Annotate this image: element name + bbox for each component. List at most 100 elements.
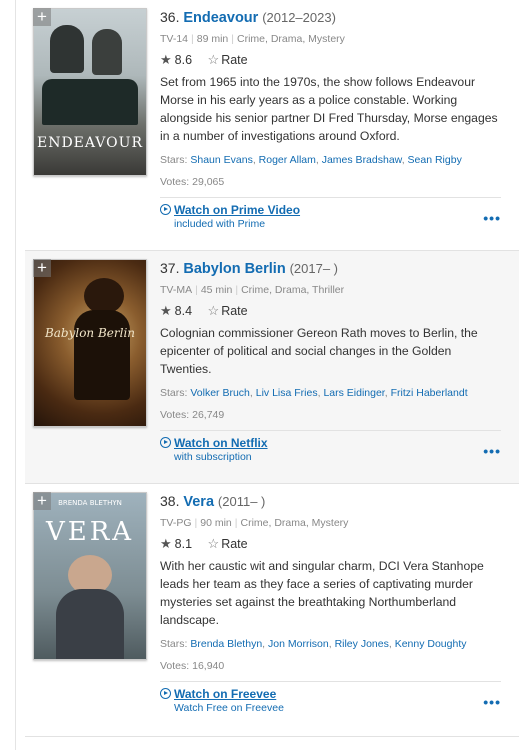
rating-row: ★ 8.6 ☆ Rate bbox=[160, 52, 501, 68]
star-link[interactable]: Jon Morrison bbox=[268, 638, 329, 650]
meta-line: TV-14 | 89 min | Crime, Drama, Mystery bbox=[160, 33, 345, 45]
title-line: 37. Babylon Berlin (2017– ) bbox=[160, 259, 501, 278]
add-to-watchlist-button[interactable]: + bbox=[33, 8, 51, 26]
poster-title: ENDEAVOUR bbox=[36, 135, 143, 151]
watch-link[interactable]: Watch on Freevee bbox=[174, 687, 501, 701]
star-link[interactable]: Riley Jones bbox=[335, 638, 389, 650]
poster-car bbox=[42, 79, 138, 125]
star-icon: ★ bbox=[160, 536, 172, 551]
watch-link[interactable]: Watch on Prime Video bbox=[174, 203, 501, 217]
rate-label: Rate bbox=[221, 304, 248, 318]
star-outline-icon: ☆ bbox=[207, 52, 220, 67]
poster-figure bbox=[50, 25, 84, 73]
stars-label: Stars: bbox=[160, 638, 188, 650]
play-icon bbox=[160, 688, 171, 699]
more-options-icon[interactable]: ••• bbox=[483, 443, 501, 459]
poster-figure bbox=[92, 29, 122, 75]
title-list: ENDEAVOUR + 36. Endeavour (2012–2023) TV… bbox=[25, 0, 519, 737]
star-link[interactable]: Volker Bruch bbox=[190, 387, 250, 399]
item-years: (2017– ) bbox=[289, 261, 338, 276]
item-years: (2012–2023) bbox=[262, 10, 336, 25]
rating-value: 8.1 bbox=[174, 537, 193, 551]
star-outline-icon: ☆ bbox=[207, 536, 220, 551]
stars-label: Stars: bbox=[160, 154, 188, 166]
watch-subtext: with subscription bbox=[174, 451, 252, 463]
votes-line: Votes: 26,749 bbox=[160, 408, 501, 422]
more-options-icon[interactable]: ••• bbox=[483, 210, 501, 226]
rating-value: 8.4 bbox=[174, 304, 193, 318]
item-index: 36. bbox=[160, 9, 180, 25]
star-link[interactable]: Sean Rigby bbox=[408, 154, 462, 166]
votes-count: 29,065 bbox=[192, 176, 225, 188]
poster-figure bbox=[84, 278, 124, 314]
meta-line: TV-PG | 90 min | Crime, Drama, Mystery bbox=[160, 517, 349, 529]
plot-summary: Colognian commissioner Gereon Rath moves… bbox=[160, 326, 478, 376]
plot-summary: Set from 1965 into the 1970s, the show f… bbox=[160, 75, 498, 143]
votes-label: Votes: bbox=[160, 660, 190, 672]
rating-row: ★ 8.4 ☆ Rate bbox=[160, 303, 501, 319]
star-link[interactable]: Kenny Doughty bbox=[395, 638, 467, 650]
plot-summary: With her caustic wit and singular charm,… bbox=[160, 559, 484, 627]
meta-line: TV-MA | 45 min | Crime, Drama, Thriller bbox=[160, 284, 345, 296]
rating-value: 8.6 bbox=[174, 53, 193, 67]
play-icon bbox=[160, 204, 171, 215]
genres: Crime, Drama, Thriller bbox=[241, 284, 345, 296]
item-details: 36. Endeavour (2012–2023) TV-14 | 89 min | C… bbox=[160, 8, 501, 237]
runtime: 89 min bbox=[196, 33, 229, 45]
votes-label: Votes: bbox=[160, 409, 190, 421]
rate-label: Rate bbox=[221, 537, 248, 551]
runtime: 90 min bbox=[200, 517, 232, 529]
poster-title: Babylon Berlin bbox=[44, 326, 136, 340]
genres: Crime, Drama, Mystery bbox=[240, 517, 349, 529]
item-years: (2011– ) bbox=[217, 494, 266, 509]
watch-option: Watch on Freevee Watch Free on Freevee •… bbox=[160, 681, 501, 721]
play-icon bbox=[160, 437, 171, 448]
star-link[interactable]: Roger Allam bbox=[259, 154, 316, 166]
add-to-watchlist-button[interactable]: + bbox=[33, 492, 51, 510]
rate-button[interactable]: ☆ Rate bbox=[207, 52, 248, 67]
list-item: Babylon Berlin + 37. Babylon Berlin (201… bbox=[25, 251, 519, 484]
item-index: 38. bbox=[160, 493, 180, 509]
item-details: 37. Babylon Berlin (2017– ) TV-MA | 45 min… bbox=[160, 259, 501, 470]
poster-title: VERA bbox=[45, 517, 135, 547]
poster-figure bbox=[56, 589, 124, 659]
star-link[interactable]: Brenda Blethyn bbox=[190, 638, 262, 650]
title-link[interactable]: Vera bbox=[183, 494, 214, 510]
watch-option: Watch on Prime Video included with Prime… bbox=[160, 197, 501, 237]
watch-option: Watch on Netflix with subscription ••• bbox=[160, 430, 501, 470]
watch-subtext: Watch Free on Freevee bbox=[174, 702, 284, 714]
star-link[interactable]: Shaun Evans bbox=[190, 154, 252, 166]
stars-line: Stars: Volker Bruch, Liv Lisa Fries, Lar… bbox=[160, 387, 468, 399]
list-item: BRENDA BLETHYN VERA + 38. Vera (2011– ) … bbox=[25, 484, 519, 737]
stars-label: Stars: bbox=[160, 387, 188, 399]
title-line: 36. Endeavour (2012–2023) bbox=[160, 8, 501, 27]
votes-line: Votes: 29,065 bbox=[160, 175, 501, 189]
watch-link[interactable]: Watch on Netflix bbox=[174, 436, 501, 450]
rate-button[interactable]: ☆ Rate bbox=[207, 536, 248, 551]
poster-image[interactable]: Babylon Berlin bbox=[33, 259, 147, 427]
genres: Crime, Drama, Mystery bbox=[237, 33, 345, 45]
star-link[interactable]: Lars Eidinger bbox=[323, 387, 384, 399]
votes-label: Votes: bbox=[160, 176, 190, 188]
rate-button[interactable]: ☆ Rate bbox=[207, 303, 248, 318]
more-options-icon[interactable]: ••• bbox=[483, 694, 501, 710]
star-icon: ★ bbox=[160, 52, 172, 67]
left-divider bbox=[15, 0, 16, 750]
star-link[interactable]: Liv Lisa Fries bbox=[256, 387, 318, 399]
certificate: TV-MA bbox=[160, 284, 193, 296]
add-to-watchlist-button[interactable]: + bbox=[33, 259, 51, 277]
title-link[interactable]: Endeavour bbox=[183, 10, 258, 26]
certificate: TV-14 bbox=[160, 33, 189, 45]
title-link[interactable]: Babylon Berlin bbox=[183, 261, 285, 277]
poster-image[interactable]: BRENDA BLETHYN VERA bbox=[33, 492, 147, 660]
star-outline-icon: ☆ bbox=[207, 303, 220, 318]
item-details: 38. Vera (2011– ) TV-PG | 90 min | Crime, Dr… bbox=[160, 492, 501, 721]
star-link[interactable]: James Bradshaw bbox=[322, 154, 402, 166]
watch-subtext: included with Prime bbox=[174, 218, 266, 230]
poster-image[interactable]: ENDEAVOUR bbox=[33, 8, 147, 176]
list-item: ENDEAVOUR + 36. Endeavour (2012–2023) TV… bbox=[25, 0, 519, 251]
star-link[interactable]: Fritzi Haberlandt bbox=[391, 387, 468, 399]
runtime: 45 min bbox=[200, 284, 233, 296]
votes-count: 26,749 bbox=[192, 409, 225, 421]
rate-label: Rate bbox=[221, 53, 248, 67]
